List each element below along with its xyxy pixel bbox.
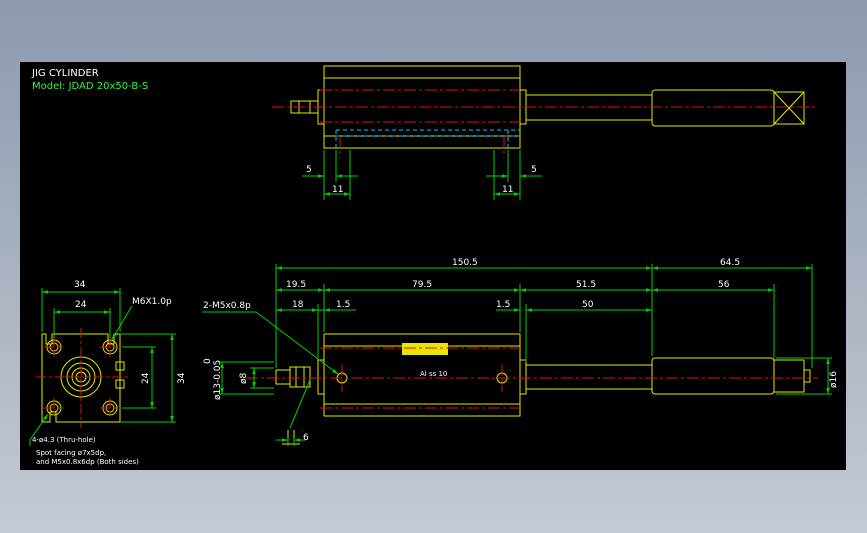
dim-end-h34: 34 [177,372,187,384]
dim-top-right-5: 5 [531,165,537,175]
note-spot-1: Spot facing ø7x5dp, [36,449,106,457]
thread-callout: M6X1.0p [132,297,172,307]
dim-19-5: 19.5 [286,280,306,290]
dim-top-right-11: 11 [502,185,513,195]
dim-overall: 150.5 [452,258,478,268]
dim-ext-dia: ø16 [829,371,839,388]
dim-end-24: 24 [75,300,87,310]
end-view: 34 24 M6X1.0p 24 34 4-ø4.3 (Thru-hole) S… [29,280,187,466]
dim-rod-dia: ø8 [239,372,249,384]
dim-6: 6 [303,433,309,443]
tol-upper: 0 [203,358,213,364]
dim-50: 50 [582,300,594,310]
drawing-title: JIG CYLINDER [31,68,99,79]
front-view: Al ss 10 150.5 64.5 19.5 79.5 51.5 56 18… [202,258,839,446]
tol-main: ø13-0.05 [213,360,223,400]
note-holes: 4-ø4.3 (Thru-hole) [32,436,96,444]
cad-viewport[interactable]: JIG CYLINDER Model: JDAD 20x50-B-S 5 11 … [20,62,846,470]
dim-1-5-right: 1.5 [496,300,510,310]
cad-drawing: JIG CYLINDER Model: JDAD 20x50-B-S 5 11 … [29,65,839,466]
label-mark: Al ss 10 [420,370,447,378]
dim-79-5: 79.5 [412,280,432,290]
note-spot-2: and M5x0.8x6dp (Both sides) [36,458,139,466]
dim-18: 18 [292,300,304,310]
model-number: Model: JDAD 20x50-B-S [32,81,148,92]
dim-stroke-ext: 64.5 [720,258,740,268]
dim-end-34: 34 [74,280,86,290]
dim-56: 56 [718,280,730,290]
dim-end-h24: 24 [141,372,151,384]
dim-1-5-left: 1.5 [336,300,350,310]
dim-top-left-11: 11 [332,185,343,195]
dim-51-5: 51.5 [576,280,596,290]
top-view: 5 11 11 5 [272,65,818,200]
ports-callout: 2-M5x0.8p [203,301,251,311]
nameplate [402,343,448,355]
dim-top-left-5: 5 [306,165,312,175]
